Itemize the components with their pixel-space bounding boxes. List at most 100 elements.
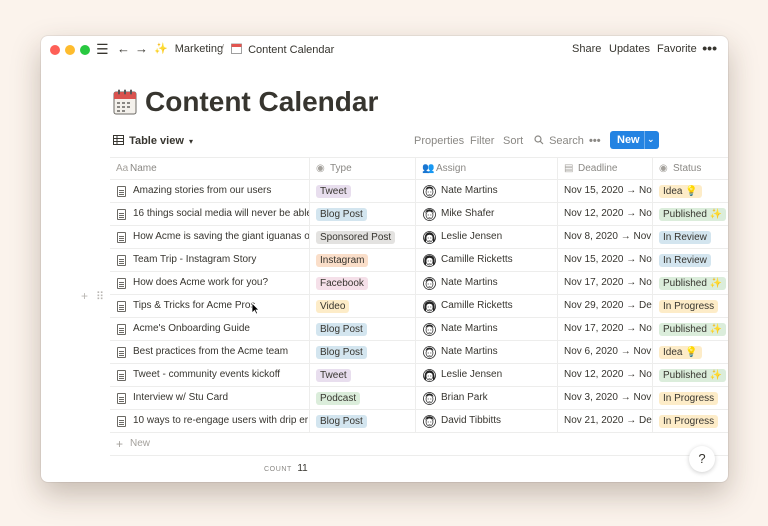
name-cell[interactable]: Tips & Tricks for Acme Pros [110, 295, 310, 318]
column-header-type[interactable]: ◉ Type [310, 158, 416, 181]
type-cell[interactable]: Tweet [310, 364, 416, 387]
column-header-status[interactable]: ◉ Status [653, 158, 728, 181]
status-cell[interactable]: In Progress [653, 410, 728, 433]
assign-cell[interactable]: Nate Martins [416, 180, 558, 203]
status-cell[interactable]: Idea 💡 [653, 341, 728, 364]
filter-button[interactable]: Filter [470, 134, 494, 148]
table-row[interactable]: Acme's Onboarding Guide Blog Post Nate Mar… [110, 318, 728, 341]
assign-cell[interactable]: David Tibbitts [416, 410, 558, 433]
properties-button[interactable]: Properties [414, 134, 464, 148]
name-cell[interactable]: 10 ways to re-engage users with drip er [110, 410, 310, 433]
new-button[interactable]: New ⌄ [610, 131, 659, 149]
table-row[interactable]: Team Trip - Instagram Story⤢OPEN Instagra… [110, 249, 728, 272]
favorite-button[interactable]: Favorite [657, 43, 697, 56]
share-button[interactable]: Share [572, 43, 601, 56]
deadline-cell[interactable]: Nov 12, 2020 → Nov [558, 203, 653, 226]
status-cell[interactable]: Published ✨ [653, 272, 728, 295]
deadline-cell[interactable]: Nov 8, 2020 → Nov [558, 226, 653, 249]
name-cell[interactable]: Acme's Onboarding Guide [110, 318, 310, 341]
table-row[interactable]: Amazing stories from our users Tweet Nate … [110, 180, 728, 203]
breadcrumb-marketing[interactable]: ✨ Marketing [154, 43, 223, 56]
name-cell[interactable]: Interview w/ Stu Card [110, 387, 310, 410]
page-title[interactable]: Content Calendar [145, 86, 378, 118]
back-arrow-icon[interactable]: ← [117, 42, 130, 56]
deadline-cell[interactable]: Nov 29, 2020 → Dec [558, 295, 653, 318]
close-window-button[interactable] [50, 45, 60, 55]
type-cell[interactable]: Blog Post [310, 341, 416, 364]
type-cell[interactable]: Blog Post [310, 318, 416, 341]
more-options-icon[interactable]: ••• [589, 134, 601, 148]
table-row[interactable]: How Acme is saving the giant iguanas o Sp… [110, 226, 728, 249]
table-row[interactable]: How does Acme work for you? Facebook Nate … [110, 272, 728, 295]
type-cell[interactable]: Blog Post [310, 410, 416, 433]
assign-cell[interactable]: Leslie Jensen [416, 364, 558, 387]
name-cell[interactable]: Team Trip - Instagram Story⤢OPEN [110, 249, 310, 272]
deadline-cell[interactable]: Nov 15, 2020 → Nov [558, 180, 653, 203]
status-cell[interactable]: Published ✨ [653, 364, 728, 387]
type-cell[interactable]: Tweet [310, 180, 416, 203]
assignee-name: Camille Ricketts [441, 254, 513, 265]
deadline-cell[interactable]: Nov 6, 2020 → Nov [558, 341, 653, 364]
type-cell[interactable]: Blog Post [310, 203, 416, 226]
type-cell[interactable]: Podcast [310, 387, 416, 410]
type-cell[interactable]: Instagram [310, 249, 416, 272]
sort-button[interactable]: Sort [503, 134, 523, 148]
maximize-window-button[interactable] [80, 45, 90, 55]
column-header-assign[interactable]: 👥 Assign [416, 158, 558, 181]
assign-cell[interactable]: Mike Shafer [416, 203, 558, 226]
name-cell[interactable]: 16 things social media will never be abl… [110, 203, 310, 226]
more-options-icon[interactable]: ••• [702, 40, 717, 56]
add-row-icon[interactable]: + [81, 289, 88, 303]
assign-cell[interactable]: Nate Martins [416, 318, 558, 341]
breadcrumb-content-calendar[interactable]: Content Calendar [231, 43, 334, 57]
assign-cell[interactable]: Camille Ricketts [416, 295, 558, 318]
name-cell[interactable]: How does Acme work for you? [110, 272, 310, 295]
status-cell[interactable]: In Review [653, 226, 728, 249]
deadline-cell[interactable]: Nov 21, 2020 → Dec [558, 410, 653, 433]
updates-button[interactable]: Updates [609, 43, 650, 56]
deadline-cell[interactable]: Nov 3, 2020 → Nov [558, 387, 653, 410]
status-cell[interactable]: In Progress [653, 387, 728, 410]
table-row[interactable]: Tips & Tricks for Acme Pros Video Camille … [110, 295, 728, 318]
assign-cell[interactable]: Leslie Jensen [416, 226, 558, 249]
table-row[interactable]: 10 ways to re-engage users with drip er B… [110, 410, 728, 433]
column-header-deadline[interactable]: ▤ Deadline [558, 158, 653, 181]
status-cell[interactable]: In Progress [653, 295, 728, 318]
assign-cell[interactable]: Camille Ricketts [416, 249, 558, 272]
top-bar: ☰ ← → ✨ Marketing / Content Calendar Sha… [41, 36, 728, 63]
deadline-cell[interactable]: Nov 15, 2020 → Nov [558, 249, 653, 272]
table-row[interactable]: 16 things social media will never be abl… [110, 203, 728, 226]
table-row[interactable]: Interview w/ Stu Card Podcast Brian Park No… [110, 387, 728, 410]
chevron-down-icon[interactable]: ⌄ [647, 132, 655, 146]
new-row-button[interactable]: + New [110, 433, 728, 456]
column-header-name[interactable]: Aa Name [110, 158, 310, 181]
assign-cell[interactable]: Nate Martins [416, 272, 558, 295]
search-button[interactable]: Search [534, 134, 584, 148]
table-row[interactable]: Best practices from the Acme team Blog Po… [110, 341, 728, 364]
table-view-selector[interactable]: Table view ▾ [113, 134, 193, 149]
type-cell[interactable]: Facebook [310, 272, 416, 295]
name-cell[interactable]: Amazing stories from our users [110, 180, 310, 203]
calendar-icon[interactable] [113, 89, 137, 115]
assign-cell[interactable]: Nate Martins [416, 341, 558, 364]
status-cell[interactable]: Published ✨ [653, 203, 728, 226]
help-button[interactable]: ? [689, 446, 715, 472]
row-title: Team Trip - Instagram Story [133, 254, 257, 265]
deadline-cell[interactable]: Nov 12, 2020 → Nov [558, 364, 653, 387]
status-cell[interactable]: Published ✨ [653, 318, 728, 341]
name-cell[interactable]: Best practices from the Acme team [110, 341, 310, 364]
table-row[interactable]: Tweet - community events kickoff Tweet Les… [110, 364, 728, 387]
forward-arrow-icon[interactable]: → [135, 42, 148, 56]
deadline-cell[interactable]: Nov 17, 2020 → Nov [558, 318, 653, 341]
deadline-cell[interactable]: Nov 17, 2020 → Nov [558, 272, 653, 295]
type-cell[interactable]: Sponsored Post [310, 226, 416, 249]
name-cell[interactable]: Tweet - community events kickoff [110, 364, 310, 387]
drag-handle-icon[interactable]: ⠿ [96, 290, 104, 303]
status-cell[interactable]: In Review [653, 249, 728, 272]
menu-icon[interactable]: ☰ [96, 42, 109, 56]
minimize-window-button[interactable] [65, 45, 75, 55]
assign-cell[interactable]: Brian Park [416, 387, 558, 410]
status-cell[interactable]: Idea 💡 [653, 180, 728, 203]
name-cell[interactable]: How Acme is saving the giant iguanas o [110, 226, 310, 249]
type-cell[interactable]: Video [310, 295, 416, 318]
